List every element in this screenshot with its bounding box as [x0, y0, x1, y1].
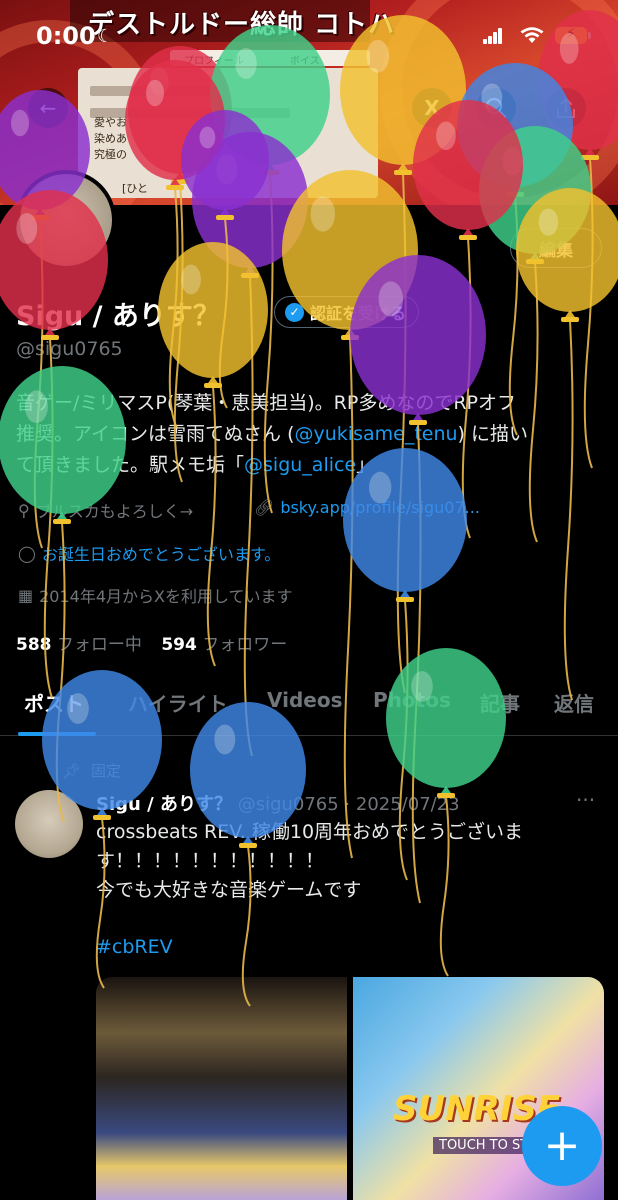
search-icon: [485, 97, 507, 119]
follow-stats: 588 フォロー中 594 フォロワー: [16, 630, 301, 655]
mention-link-sigu-alice[interactable]: @sigu_alice: [244, 454, 356, 476]
edit-profile-button[interactable]: 編集: [510, 228, 602, 268]
tab-photos[interactable]: Photos: [373, 688, 451, 712]
search-button[interactable]: [476, 88, 516, 128]
tab-replies[interactable]: 返信: [554, 688, 594, 717]
birthday-text[interactable]: お誕生日おめでとうございます。: [42, 541, 280, 565]
location-text: ブルスカもよろしく→: [35, 502, 194, 521]
following-label: フォロー中: [56, 635, 142, 655]
profile-handle: @sigu0765: [16, 338, 123, 360]
joined-text: 2014年4月からXを利用しています: [39, 587, 293, 606]
tab-articles[interactable]: 記事: [480, 688, 520, 717]
followers-link[interactable]: 594 フォロワー: [161, 635, 301, 655]
post-text: crossbeats REV. 稼働10周年おめでとうございま す！！！！！！！…: [96, 818, 606, 905]
get-verified-label: 認証を受ける: [310, 304, 407, 323]
bio-line-2-text-end: ) に描い: [457, 423, 528, 445]
banner-text-1: 愛やお: [94, 116, 127, 129]
post-hashtag[interactable]: #cbREV: [96, 936, 173, 958]
bio-line-2-text: 推奨。アイコンは雪雨てぬさん (: [16, 423, 295, 445]
mention-link-yukisame[interactable]: @yukisame_tenu: [295, 423, 458, 445]
share-button[interactable]: [546, 88, 586, 128]
get-verified-button[interactable]: ✓ 認証を受ける: [274, 296, 420, 328]
calendar-icon: ▦: [18, 585, 34, 605]
banner-text-4: [ひと: [122, 182, 148, 195]
status-bar: 0:00 ☾ ⚡: [0, 0, 618, 72]
bio-line-3-text-end: 」: [356, 454, 376, 476]
signal-icon: [483, 28, 503, 44]
profile-birthday: ◯ お誕生日おめでとうございます。: [18, 541, 280, 565]
banner-text-2: 染めあ: [94, 132, 127, 145]
bio-line-1: 音ゲー/ミリマスP(琴葉・恵美担当)。RP多めなのでRPオフ: [16, 392, 517, 414]
back-button[interactable]: ←: [28, 88, 68, 128]
tab-posts[interactable]: ポスト: [24, 688, 84, 717]
bio-line-3-text: て頂きました。駅メモ垢「: [16, 454, 245, 476]
profile-avatar[interactable]: [16, 170, 116, 270]
link-icon: 🔗︎: [254, 498, 275, 517]
tab-indicator: [18, 732, 96, 736]
battery-icon: ⚡: [555, 26, 591, 44]
grok-button[interactable]: X: [412, 88, 452, 128]
status-time: 0:00: [36, 22, 96, 50]
profile-bio: 音ゲー/ミリマスP(琴葉・恵美担当)。RP多めなのでRPオフ 推奨。アイコンは雪…: [16, 388, 606, 481]
following-link[interactable]: 588 フォロー中: [16, 635, 156, 655]
post-avatar[interactable]: [15, 790, 83, 858]
profile-location: ⚲ ブルスカもよろしく→: [18, 498, 193, 522]
profile-joined: ▦ 2014年4月からXを利用しています: [18, 583, 293, 607]
location-pin-icon: ⚲: [18, 500, 30, 520]
compose-button[interactable]: +: [522, 1106, 602, 1186]
pin-icon: 📌︎: [62, 761, 82, 780]
post-text-line-3: 今でも大好きな音楽ゲームです: [96, 879, 362, 901]
following-count: 588: [16, 635, 52, 655]
profile-tabs: ポスト ハイライト Videos Photos 記事 返信: [0, 680, 618, 736]
more-options-icon[interactable]: ···: [576, 788, 595, 812]
tab-highlights[interactable]: ハイライト: [128, 688, 228, 717]
post-header: Sigu / ありす？ @sigu0765 · 2025/07/23: [96, 790, 460, 816]
balloon-icon: ◯: [18, 543, 36, 563]
tab-videos[interactable]: Videos: [267, 688, 343, 712]
arrow-left-icon: ←: [39, 96, 57, 120]
profile-website[interactable]: 🔗︎ bsky.app/profile/sigu07...: [254, 498, 480, 517]
share-icon: [557, 97, 575, 118]
post-author[interactable]: Sigu / ありす？: [96, 794, 232, 815]
post-image-1[interactable]: [96, 977, 347, 1200]
moon-icon: ☾: [97, 26, 114, 47]
pinned-text: 固定: [91, 762, 122, 780]
followers-label: フォロワー: [202, 635, 288, 655]
grok-icon: X: [424, 96, 440, 120]
verified-check-icon: ✓: [285, 302, 304, 322]
followers-count: 594: [161, 635, 197, 655]
pinned-label: 📌︎ 固定: [62, 760, 121, 781]
post-text-line-2: す！！！！！！！！！！！: [96, 850, 325, 872]
banner-text-3: 究極の: [94, 148, 127, 161]
wifi-icon: [520, 27, 544, 43]
post-text-line-1: crossbeats REV. 稼働10周年おめでとうございま: [96, 821, 524, 843]
profile-name: Sigu / ありす？: [16, 301, 220, 332]
website-link[interactable]: bsky.app/profile/sigu07...: [280, 498, 480, 517]
post-handle-date: @sigu0765 · 2025/07/23: [237, 794, 460, 815]
